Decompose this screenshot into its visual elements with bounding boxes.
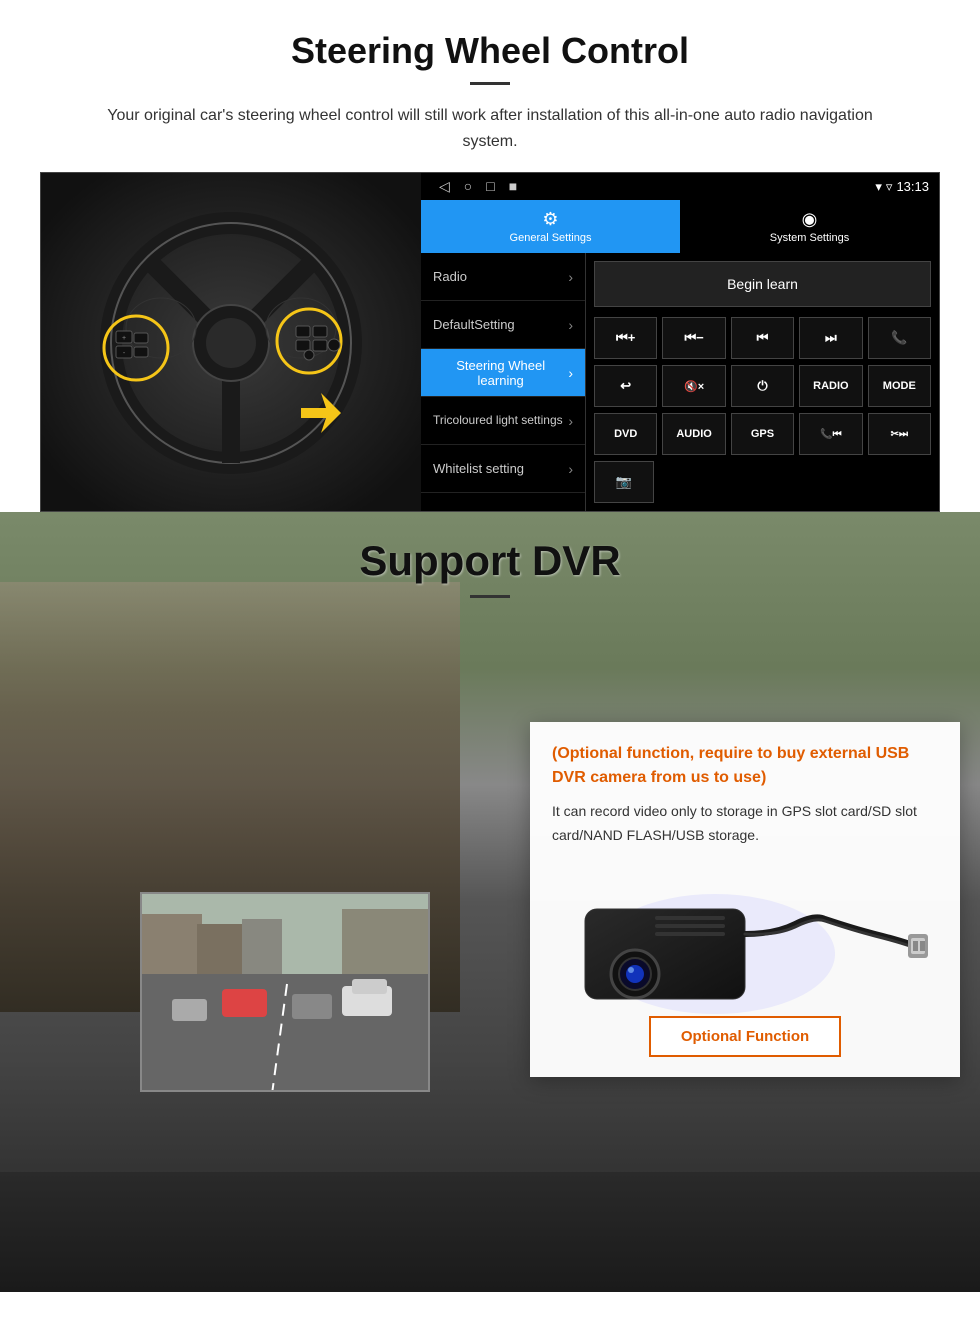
- menu-tricoloured-label: Tricoloured light settings: [433, 413, 563, 429]
- road-footage-thumbnail: [140, 892, 430, 1092]
- optional-function-label: Optional Function: [681, 1028, 809, 1045]
- menu-icon[interactable]: ■: [509, 178, 517, 195]
- mute-button[interactable]: 🔇×: [662, 365, 725, 407]
- title-divider: [470, 82, 510, 85]
- dvr-title-divider: [470, 595, 510, 598]
- dvr-section: Support DVR: [0, 512, 980, 1292]
- chevron-icon-default: ›: [568, 317, 573, 333]
- steering-bg: + -: [41, 173, 421, 512]
- menu-default-label: DefaultSetting: [433, 317, 515, 332]
- gps-button[interactable]: GPS: [731, 413, 794, 455]
- menu-item-steering-wheel[interactable]: Steering Wheel learning ›: [421, 349, 585, 397]
- optional-function-button[interactable]: Optional Function: [649, 1016, 841, 1057]
- dvr-section-header: Support DVR: [0, 512, 980, 631]
- steering-wheel-image: + -: [41, 173, 421, 512]
- home-icon[interactable]: ○: [464, 178, 472, 195]
- section-subtitle: Your original car's steering wheel contr…: [100, 103, 880, 154]
- general-settings-icon: ⚙: [542, 209, 558, 230]
- tab-system-settings[interactable]: ◉ System Settings: [680, 200, 939, 253]
- chevron-icon-radio: ›: [568, 269, 573, 285]
- steering-wheel-svg: + -: [41, 173, 421, 512]
- phone-button[interactable]: 📞: [868, 317, 931, 359]
- wifi-icon: ▿: [886, 179, 893, 195]
- mode-button[interactable]: MODE: [868, 365, 931, 407]
- tab-general-label: General Settings: [510, 232, 592, 244]
- android-ui-panel: ◁ ○ □ ■ ▾ ▿ 13:13 ⚙ General Settings ◉ S…: [421, 173, 939, 511]
- dvr-content: Support DVR: [0, 512, 980, 1292]
- road-scene-svg: [142, 894, 430, 1092]
- dvr-title: Support DVR: [0, 537, 980, 585]
- power-button[interactable]: ⏻: [731, 365, 794, 407]
- menu-radio-label: Radio: [433, 269, 467, 284]
- menu-item-whitelist[interactable]: Whitelist setting ›: [421, 445, 585, 493]
- svg-text:+: +: [122, 335, 126, 342]
- menu-steering-label: Steering Wheel learning: [433, 358, 568, 388]
- menu-left: Radio › DefaultSetting › Steering Wheel …: [421, 253, 586, 511]
- return-button[interactable]: ↩: [594, 365, 657, 407]
- control-buttons-row3: DVD AUDIO GPS 📞⏮ ✂⏭: [594, 413, 931, 455]
- chevron-icon-tricoloured: ›: [568, 413, 573, 429]
- tab-system-label: System Settings: [770, 232, 849, 244]
- signal-icon: ▾: [875, 179, 882, 195]
- control-buttons-row2: ↩ 🔇× ⏻ RADIO MODE: [594, 365, 931, 407]
- control-buttons-row1: ⏮+ ⏮− ⏮ ⏭ 📞: [594, 317, 931, 359]
- chevron-icon-steering: ›: [568, 365, 573, 381]
- prev-button[interactable]: ⏮: [731, 317, 794, 359]
- menu-area: Radio › DefaultSetting › Steering Wheel …: [421, 253, 939, 511]
- menu-item-default-setting[interactable]: DefaultSetting ›: [421, 301, 585, 349]
- cut-next-button[interactable]: ✂⏭: [868, 413, 931, 455]
- menu-whitelist-label: Whitelist setting: [433, 461, 524, 476]
- dvr-camera-svg: [555, 854, 935, 1014]
- system-settings-icon: ◉: [802, 209, 818, 230]
- camera-extra-button[interactable]: 📷: [594, 461, 654, 503]
- menu-item-tricoloured[interactable]: Tricoloured light settings ›: [421, 397, 585, 445]
- back-icon[interactable]: ◁: [439, 178, 450, 195]
- dvr-description: It can record video only to storage in G…: [552, 800, 938, 848]
- dashboard-bg: [0, 1172, 980, 1292]
- status-bar: ◁ ○ □ ■ ▾ ▿ 13:13: [421, 173, 939, 200]
- page-title: Steering Wheel Control: [40, 30, 940, 72]
- begin-learn-button[interactable]: Begin learn: [594, 261, 931, 307]
- radio-button[interactable]: RADIO: [799, 365, 862, 407]
- steering-section: Steering Wheel Control Your original car…: [0, 0, 980, 512]
- vol-down-button[interactable]: ⏮−: [662, 317, 725, 359]
- audio-button[interactable]: AUDIO: [662, 413, 725, 455]
- steering-panel: + -: [40, 172, 940, 512]
- dvd-button[interactable]: DVD: [594, 413, 657, 455]
- dvr-info-card: (Optional function, require to buy exter…: [530, 722, 960, 1077]
- menu-right: Begin learn ⏮+ ⏮− ⏮ ⏭ 📞 ↩ 🔇× ⏻: [586, 253, 939, 511]
- dvr-optional-text: (Optional function, require to buy exter…: [552, 742, 938, 790]
- recent-icon[interactable]: □: [486, 178, 494, 195]
- next-button[interactable]: ⏭: [799, 317, 862, 359]
- vol-up-button[interactable]: ⏮+: [594, 317, 657, 359]
- call-prev-button[interactable]: 📞⏮: [799, 413, 862, 455]
- control-buttons-row4: 📷: [594, 461, 931, 503]
- nav-icons: ◁ ○ □ ■: [431, 178, 871, 195]
- menu-item-radio[interactable]: Radio ›: [421, 253, 585, 301]
- tabs-row: ⚙ General Settings ◉ System Settings: [421, 200, 939, 253]
- chevron-icon-whitelist: ›: [568, 461, 573, 477]
- begin-learn-label: Begin learn: [727, 276, 798, 292]
- status-time: 13:13: [896, 179, 929, 194]
- dvr-camera-area: [552, 864, 938, 1004]
- tab-general-settings[interactable]: ⚙ General Settings: [421, 200, 680, 253]
